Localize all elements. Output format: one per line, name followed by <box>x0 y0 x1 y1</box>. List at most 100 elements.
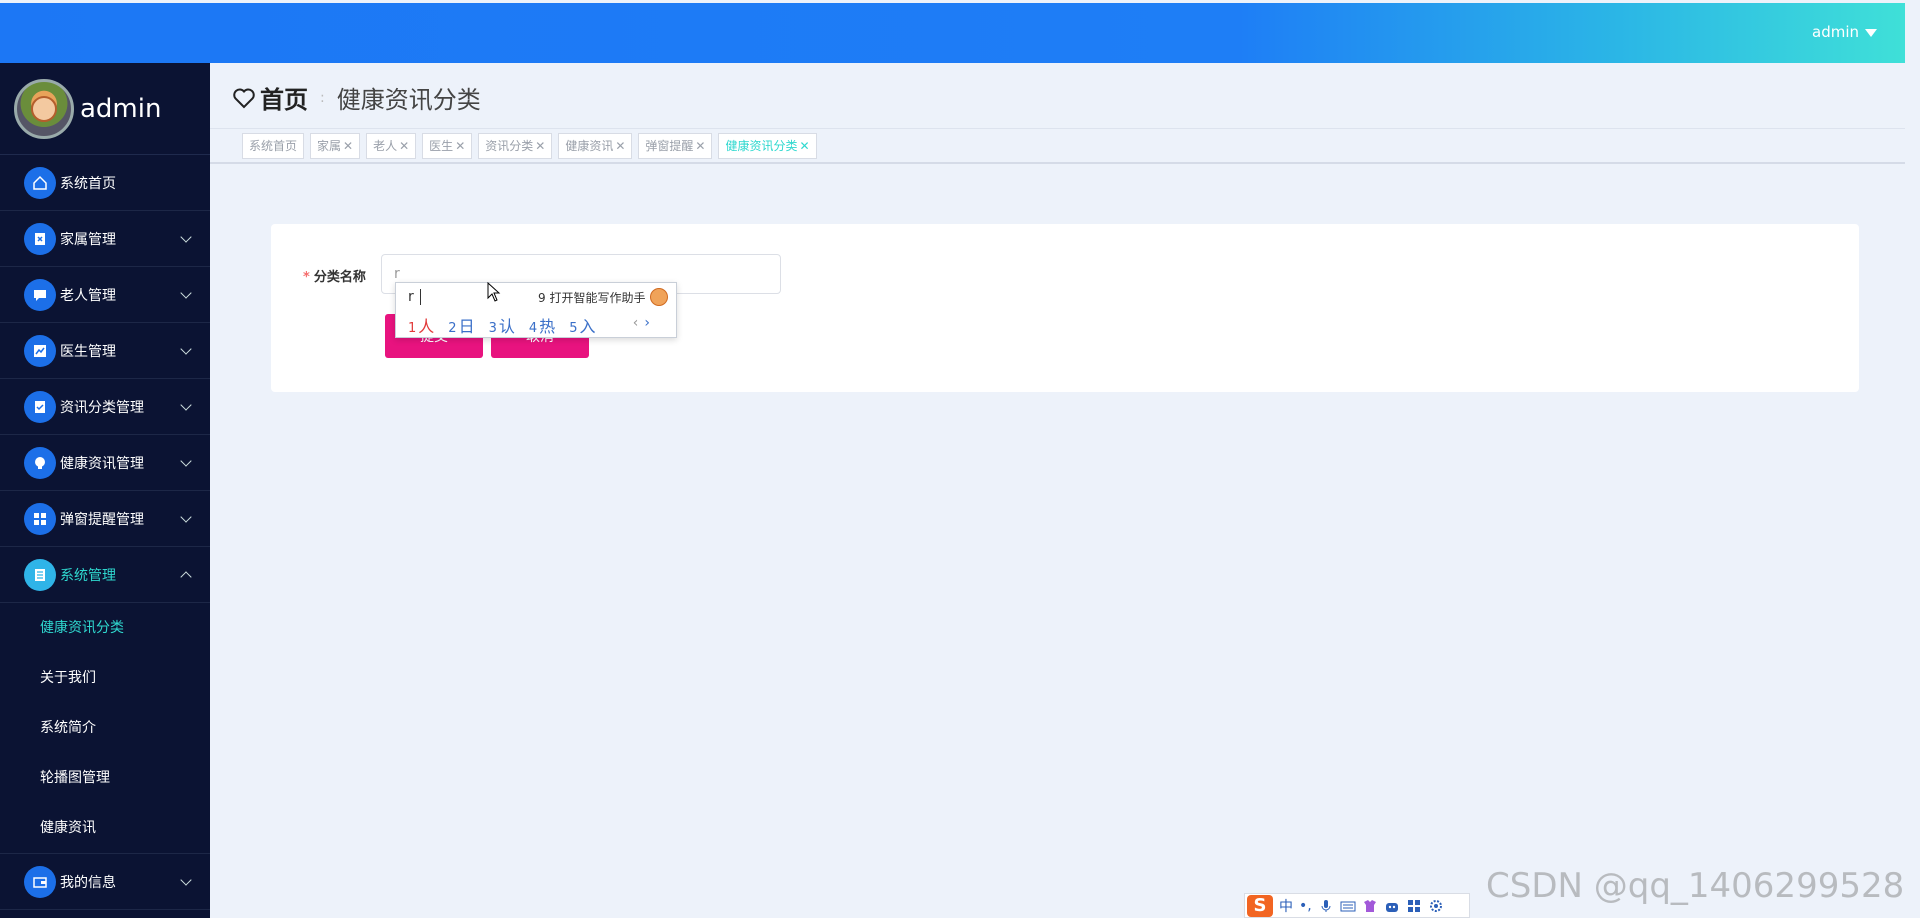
close-icon[interactable]: ✕ <box>695 139 705 153</box>
tag-label: 资讯分类 <box>485 139 534 153</box>
tag-label: 老人 <box>373 139 398 153</box>
sidebar-item-home[interactable]: 系统首页 <box>0 155 210 211</box>
sidebar-subitem-about[interactable]: 关于我们 <box>0 653 210 703</box>
tag-label: 系统首页 <box>249 139 298 153</box>
user-name: admin <box>1812 23 1859 41</box>
system-submenu: 健康资讯分类 关于我们 系统简介 轮播图管理 健康资讯 <box>0 603 210 854</box>
ime-candidate[interactable]: 3认 <box>489 313 515 337</box>
caret-down-icon <box>1865 28 1877 37</box>
user-dropdown[interactable]: admin <box>1812 23 1877 41</box>
tag-label: 医生 <box>429 139 454 153</box>
notebook-icon <box>24 558 56 591</box>
ime-candidate[interactable]: 5入 <box>569 313 595 337</box>
tag-label: 健康资讯分类 <box>725 139 798 153</box>
required-mark: * <box>303 270 310 285</box>
top-header: admin <box>0 3 1905 63</box>
tag-label: 弹窗提醒 <box>645 139 694 153</box>
tag-elderly[interactable]: 老人 ✕ <box>366 132 417 159</box>
mouse-cursor-icon <box>487 282 501 302</box>
keyboard-icon[interactable] <box>1340 899 1356 913</box>
close-icon[interactable]: ✕ <box>343 139 353 153</box>
tag-bar: 系统首页 家属 ✕ 老人 ✕ 医生 ✕ 资讯分类 ✕ 健康资讯 ✕ 弹窗提醒 ✕ 健康资讯分… <box>210 128 1905 164</box>
chart-icon <box>24 334 56 367</box>
clipboard-check-icon <box>24 390 56 423</box>
sidebar-item-label: 系统首页 <box>60 175 116 192</box>
tag-label: 家属 <box>317 139 342 153</box>
sidebar-subitem-intro[interactable]: 系统简介 <box>0 703 210 753</box>
ime-candidate[interactable]: 1人 <box>408 313 434 337</box>
ime-toolbar: S 中 •, <box>1244 893 1470 918</box>
sidebar-subitem-health-category[interactable]: 健康资讯分类 <box>0 603 210 653</box>
chevron-down-icon <box>180 455 192 467</box>
ime-next-page[interactable]: › <box>644 315 650 331</box>
ime-candidate[interactable]: 2日 <box>448 313 474 337</box>
tag-doctor[interactable]: 医生 ✕ <box>422 132 473 159</box>
robot-icon[interactable] <box>1384 899 1400 913</box>
sidebar-item-family[interactable]: 家属管理 <box>0 211 210 267</box>
tag-health-news[interactable]: 健康资讯 ✕ <box>558 132 633 159</box>
tag-label: 健康资讯 <box>565 139 614 153</box>
ime-candidate[interactable]: 4热 <box>529 313 555 337</box>
clipboard-x-icon <box>24 222 56 255</box>
ime-punct-toggle[interactable]: •, <box>1299 898 1312 914</box>
breadcrumb-separator: : <box>320 89 325 106</box>
avatar <box>14 78 74 139</box>
chevron-down-icon <box>180 231 192 243</box>
sidebar-item-popup-reminder[interactable]: 弹窗提醒管理 <box>0 491 210 547</box>
tag-news-category[interactable]: 资讯分类 ✕ <box>478 132 553 159</box>
sidebar-item-label: 医生管理 <box>60 343 116 360</box>
sidebar-item-doctor[interactable]: 医生管理 <box>0 323 210 379</box>
sidebar-item-news-category[interactable]: 资讯分类管理 <box>0 379 210 435</box>
profile: admin <box>0 63 210 155</box>
profile-name: admin <box>80 93 162 124</box>
close-icon[interactable]: ✕ <box>800 139 810 153</box>
close-icon[interactable]: ✕ <box>399 139 409 153</box>
sidebar-item-system[interactable]: 系统管理 <box>0 547 210 603</box>
sogou-logo[interactable]: S <box>1247 894 1273 917</box>
close-icon[interactable]: ✕ <box>455 139 465 153</box>
sidebar-item-label: 弹窗提醒管理 <box>60 511 144 528</box>
sidebar-item-my-info[interactable]: 我的信息 <box>0 854 210 910</box>
tag-popup-reminder[interactable]: 弹窗提醒 ✕ <box>638 132 713 159</box>
ime-candidate-popup: r 9 打开智能写作助手 1人 2日 3认 4热 5入 ‹ › <box>395 282 677 338</box>
ime-page-nav: ‹ › <box>633 315 650 331</box>
chevron-down-icon <box>180 343 192 355</box>
chevron-down-icon <box>180 287 192 299</box>
tag-system-home[interactable]: 系统首页 <box>242 132 305 159</box>
tag-family[interactable]: 家属 ✕ <box>310 132 361 159</box>
tag-health-category[interactable]: 健康资讯分类 ✕ <box>718 132 817 159</box>
sidebar-item-health-news[interactable]: 健康资讯管理 <box>0 435 210 491</box>
ime-prev-page[interactable]: ‹ <box>633 315 639 331</box>
sidebar-item-label: 老人管理 <box>60 287 116 304</box>
sidebar-item-label: 资讯分类管理 <box>60 399 144 416</box>
close-icon[interactable]: ✕ <box>615 139 625 153</box>
category-name-label: * 分类名称 <box>303 266 366 285</box>
ime-composition: r <box>408 289 414 305</box>
breadcrumb-current: 健康资讯分类 <box>336 86 481 114</box>
grid-icon <box>24 502 56 535</box>
settings-icon[interactable] <box>1428 899 1444 913</box>
skin-icon[interactable] <box>1362 899 1378 913</box>
chevron-up-icon <box>180 571 192 583</box>
sidebar-subitem-health-news[interactable]: 健康资讯 <box>0 803 210 853</box>
chevron-down-icon <box>180 511 192 523</box>
assistant-icon[interactable] <box>650 288 668 306</box>
sidebar-item-label: 我的信息 <box>60 874 116 891</box>
watermark: CSDN @qq_1406299528 <box>1486 866 1905 906</box>
chevron-down-icon <box>180 399 192 411</box>
grid-apps-icon[interactable] <box>1406 899 1422 913</box>
avatar-face-icon <box>31 95 57 122</box>
heart-icon <box>233 88 255 108</box>
breadcrumb-home[interactable]: 首页 <box>260 80 308 115</box>
sidebar: admin 系统首页 家属管理 老人管理 医生管理 资讯分类管理 健康资讯管理 … <box>0 63 210 918</box>
sidebar-item-label: 健康资讯管理 <box>60 455 144 472</box>
microphone-icon[interactable] <box>1318 899 1334 913</box>
close-icon[interactable]: ✕ <box>535 139 545 153</box>
sidebar-item-elderly[interactable]: 老人管理 <box>0 267 210 323</box>
sidebar-subitem-carousel[interactable]: 轮播图管理 <box>0 753 210 803</box>
ime-mode-toggle[interactable]: 中 <box>1279 896 1293 916</box>
chevron-down-icon <box>180 874 192 886</box>
ime-candidates: 1人 2日 3认 4热 5入 <box>408 313 595 337</box>
category-name-label-text: 分类名称 <box>313 270 366 285</box>
ime-writing-assistant[interactable]: 9 打开智能写作助手 <box>538 289 645 306</box>
